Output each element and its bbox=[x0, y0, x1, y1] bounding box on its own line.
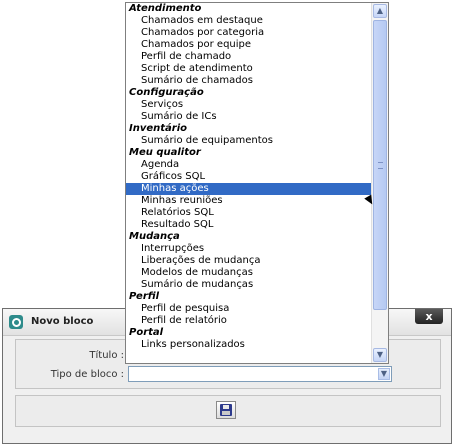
optgroup-label: Atendimento bbox=[129, 3, 202, 14]
dialog-title: Novo bloco bbox=[31, 316, 94, 327]
dropdown-option[interactable]: Sumário de mudanças bbox=[126, 279, 372, 291]
dropdown-option[interactable]: Serviços bbox=[126, 99, 372, 111]
dropdown-option[interactable]: Minhas reuniões bbox=[126, 195, 372, 207]
dropdown-option[interactable]: Agenda bbox=[126, 159, 372, 171]
scrollbar-thumb[interactable] bbox=[373, 20, 387, 310]
scroll-up-icon[interactable]: ▲ bbox=[373, 4, 387, 18]
titulo-label: Título : bbox=[89, 350, 124, 361]
tipo-de-bloco-select[interactable]: ▼ bbox=[128, 366, 392, 382]
dropdown-option[interactable]: Relatórios SQL bbox=[126, 207, 372, 219]
grip-icon bbox=[378, 162, 383, 169]
optgroup-label: Configuração bbox=[129, 87, 204, 98]
dropdown-option[interactable]: Sumário de ICs bbox=[126, 111, 372, 123]
dropdown-option[interactable]: Interrupções bbox=[126, 243, 372, 255]
optgroup-label: Perfil bbox=[129, 291, 160, 302]
dropdown-option[interactable]: Chamados em destaque bbox=[126, 15, 372, 27]
optgroup-label: Meu qualitor bbox=[129, 147, 201, 158]
dropdown-option[interactable]: Script de atendimento bbox=[126, 63, 372, 75]
dropdown-option[interactable]: Links personalizados bbox=[126, 339, 372, 351]
dropdown-option[interactable]: Perfil de pesquisa bbox=[126, 303, 372, 315]
dropdown-option[interactable]: Perfil de chamado bbox=[126, 51, 372, 63]
dropdown-option[interactable]: Gráficos SQL bbox=[126, 171, 372, 183]
dropdown-option[interactable]: Liberações de mudança bbox=[126, 255, 372, 267]
floppy-disk-icon bbox=[220, 404, 232, 416]
dropdown-option[interactable]: Modelos de mudanças bbox=[126, 267, 372, 279]
optgroup-label: Portal bbox=[129, 327, 164, 338]
dropdown-options: Atendimento Chamados em destaque Chamados … bbox=[126, 3, 372, 351]
dropdown-option[interactable]: Perfil de relatório bbox=[126, 315, 372, 327]
optgroup-label: Mudança bbox=[129, 231, 180, 242]
dropdown-option[interactable]: Chamados por equipe bbox=[126, 39, 372, 51]
save-button[interactable] bbox=[216, 401, 236, 419]
tipo-de-bloco-dropdown-list[interactable]: Atendimento Chamados em destaque Chamados … bbox=[125, 2, 389, 364]
dropdown-option[interactable]: Chamados por categoria bbox=[126, 27, 372, 39]
dropdown-scrollbar[interactable]: ▲ ▼ bbox=[371, 3, 388, 363]
tipo-de-bloco-label: Tipo de bloco : bbox=[50, 369, 124, 380]
dropdown-option[interactable]: Sumário de equipamentos bbox=[126, 135, 372, 147]
dropdown-option[interactable]: Resultado SQL bbox=[126, 219, 372, 231]
save-panel bbox=[15, 395, 441, 427]
dropdown-option[interactable]: Sumário de chamados bbox=[126, 75, 372, 87]
optgroup-label: Inventário bbox=[129, 123, 188, 134]
scroll-down-icon[interactable]: ▼ bbox=[373, 348, 387, 362]
dropdown-option[interactable]: Minhas ações bbox=[126, 183, 372, 195]
qualitor-logo-icon bbox=[9, 315, 23, 329]
chevron-down-icon[interactable]: ▼ bbox=[378, 368, 390, 380]
close-button[interactable]: x bbox=[415, 309, 443, 324]
